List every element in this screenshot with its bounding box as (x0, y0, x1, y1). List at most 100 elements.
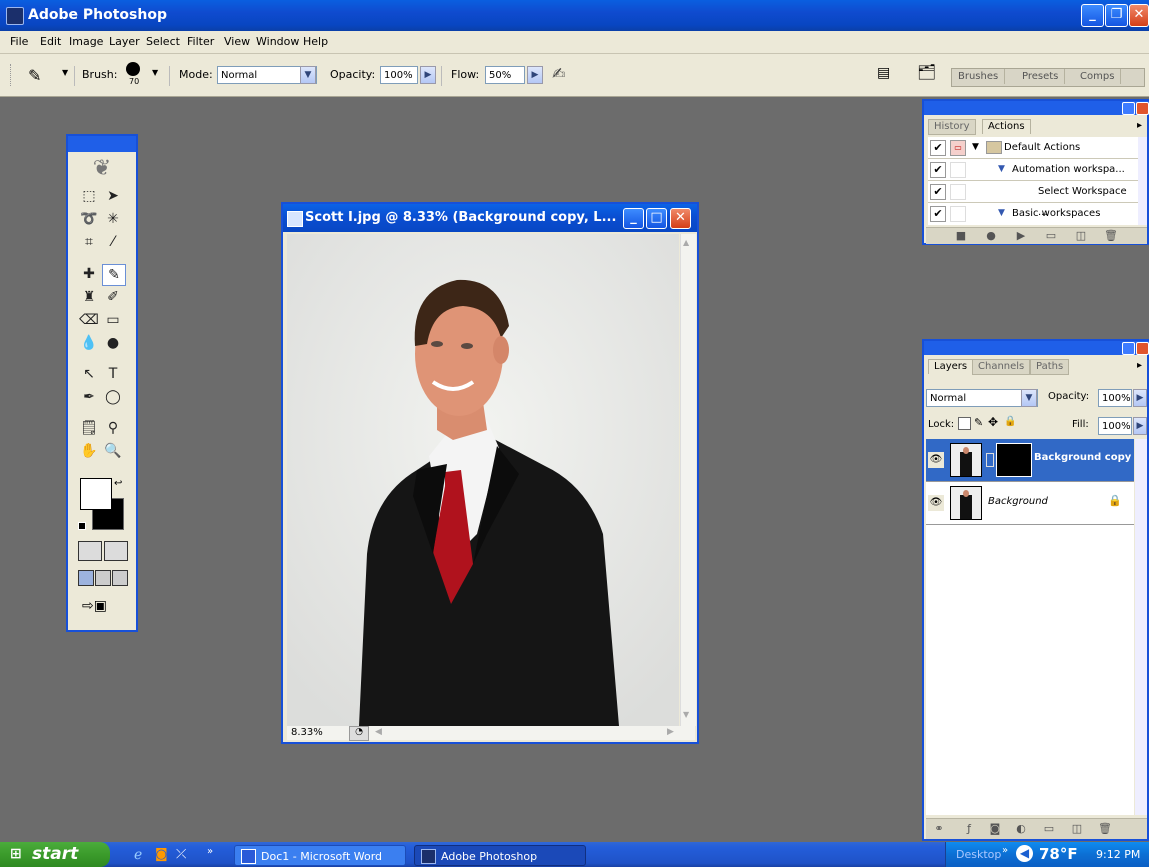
quicklaunch-app-icon[interactable]: ◙ (155, 847, 168, 862)
menu-layer[interactable]: Layer (109, 35, 140, 48)
chevron-down-icon[interactable]: ▼ (300, 66, 316, 84)
scroll-left-icon[interactable]: ◀ (375, 727, 382, 737)
doc-close-button[interactable]: ✕ (670, 208, 691, 229)
dialog-toggle-icon[interactable] (950, 162, 966, 178)
brush-tool-selected-icon[interactable]: ✎ (102, 264, 126, 286)
panel-menu-icon[interactable]: ▸ (1137, 120, 1142, 131)
palette-options-icon[interactable]: ▤ (877, 65, 890, 81)
flow-slider-arrow-icon[interactable]: ▶ (527, 66, 543, 84)
magic-wand-tool-icon[interactable]: ✳ (102, 209, 124, 229)
zoom-level[interactable]: 8.33% (291, 727, 323, 738)
fill-input[interactable]: 100% (1098, 417, 1132, 435)
delete-layer-icon[interactable]: 🗑 (1096, 822, 1114, 835)
zoom-tool-icon[interactable]: 🔍 (102, 441, 124, 461)
dialog-toggle-icon[interactable] (950, 184, 966, 200)
new-set-icon[interactable]: ▭ (1042, 229, 1060, 242)
mode-select[interactable]: Normal ▼ (217, 66, 317, 84)
gradient-tool-icon[interactable]: ▭ (102, 310, 124, 330)
menu-window[interactable]: Window (256, 35, 299, 48)
marquee-tool-icon[interactable]: ⬚ (78, 186, 100, 206)
layers-scrollbar[interactable] (1135, 439, 1147, 815)
tab-channels[interactable]: Channels (972, 359, 1031, 375)
close-button[interactable]: ✕ (1129, 4, 1149, 27)
healing-brush-tool-icon[interactable]: ✚ (78, 264, 100, 284)
tab-paths[interactable]: Paths (1030, 359, 1070, 375)
scroll-up-icon[interactable]: ▲ (683, 238, 689, 247)
start-button[interactable]: ⊞ start (0, 842, 110, 867)
history-brush-tool-icon[interactable]: ✐ (102, 287, 124, 307)
menu-image[interactable]: Image (69, 35, 103, 48)
adjustment-layer-icon[interactable]: ◐ (1012, 822, 1030, 835)
trash-icon[interactable]: 🗑 (1102, 229, 1120, 242)
layer-row-selected[interactable]: 👁 Background copy (926, 439, 1134, 482)
toggle-check-icon[interactable]: ✔ (930, 162, 946, 178)
layer-mask-thumbnail[interactable] (996, 443, 1032, 477)
hand-tool-icon[interactable]: ✋ (78, 441, 100, 461)
panel-close-icon[interactable] (1136, 102, 1149, 115)
menu-file[interactable]: File (10, 35, 28, 48)
fill-arrow-icon[interactable]: ▶ (1133, 417, 1147, 435)
vertical-scrollbar[interactable]: ▲ ▼ (680, 234, 696, 726)
tab-layers[interactable]: Layers (928, 359, 974, 374)
quicklaunch-more-icon[interactable]: » (207, 846, 213, 857)
list-item[interactable]: ✔ ▭ ▼ Default Actions (928, 137, 1138, 159)
temperature[interactable]: 78°F (1039, 845, 1078, 863)
list-item[interactable]: ✔ Select Workspace ... (928, 181, 1138, 218)
notes-tool-icon[interactable]: 🗒 (78, 418, 100, 438)
record-icon[interactable]: ● (982, 229, 1000, 242)
internet-explorer-icon[interactable]: ℯ (134, 847, 142, 863)
new-group-icon[interactable]: ▭ (1040, 822, 1058, 835)
eraser-tool-icon[interactable]: ⌫ (78, 310, 100, 330)
eyedropper-tool-icon[interactable]: ⚲ (102, 418, 124, 438)
slice-tool-icon[interactable]: ⁄ (102, 232, 124, 252)
layer-opacity-arrow-icon[interactable]: ▶ (1133, 389, 1147, 407)
lock-transparency-icon[interactable] (958, 417, 971, 430)
quick-mask-mode-icon[interactable] (104, 541, 128, 561)
shape-tool-icon[interactable]: ◯ (102, 387, 124, 407)
layers-panel-header[interactable] (924, 341, 1149, 355)
layer-opacity-input[interactable]: 100% (1098, 389, 1132, 407)
brush-tip-icon[interactable] (126, 62, 140, 76)
tray-more-icon[interactable]: » (1002, 845, 1008, 856)
menu-edit[interactable]: Edit (40, 35, 61, 48)
opacity-input[interactable]: 100% (380, 66, 418, 84)
file-browser-icon[interactable]: 🗂 (917, 63, 936, 81)
toggle-check-icon[interactable]: ✔ (930, 206, 946, 222)
well-tab-presets[interactable]: Presets (1016, 69, 1066, 84)
play-icon[interactable]: ▶ (1012, 229, 1030, 242)
link-layers-icon[interactable]: ⚭ (930, 822, 948, 835)
status-menu-icon[interactable]: ◔ (349, 726, 369, 741)
swap-colors-icon[interactable]: ↩ (114, 478, 122, 489)
foreground-color-swatch-front[interactable] (80, 478, 112, 510)
new-action-icon[interactable]: ◫ (1072, 229, 1090, 242)
lock-position-icon[interactable]: ✥ (988, 415, 998, 429)
lock-image-icon[interactable]: ✎ (974, 416, 983, 429)
link-chain-icon[interactable] (986, 453, 994, 467)
screen-mode-full-icon[interactable] (112, 570, 128, 586)
eye-visibility-icon[interactable]: 👁 (928, 495, 944, 511)
image-canvas[interactable] (287, 234, 679, 726)
brush-picker-arrow-icon[interactable]: ▼ (152, 68, 158, 77)
well-tab-brushes[interactable]: Brushes (952, 69, 1006, 84)
move-tool-icon[interactable]: ➤ (102, 186, 124, 206)
tab-actions[interactable]: Actions (982, 119, 1031, 134)
task-photoshop[interactable]: Adobe Photoshop (414, 845, 586, 866)
layer-row[interactable]: 👁 Background 🔒 (926, 482, 1134, 525)
dialog-toggle-icon[interactable] (950, 206, 966, 222)
menu-view[interactable]: View (224, 35, 250, 48)
brush-tool-icon[interactable]: ✎ (28, 66, 41, 85)
default-colors-icon[interactable] (78, 522, 86, 530)
doc-minimize-button[interactable]: _ (623, 208, 644, 229)
blend-mode-select[interactable]: Normal ▼ (926, 389, 1038, 407)
new-layer-icon[interactable]: ◫ (1068, 822, 1086, 835)
crop-tool-icon[interactable]: ⌗ (78, 232, 100, 252)
quicklaunch-network-icon[interactable]: ⤫ (176, 847, 186, 862)
chevron-down-icon[interactable]: ▼ (1021, 389, 1037, 407)
actions-scrollbar[interactable] (1138, 137, 1147, 225)
type-tool-icon[interactable]: T (102, 364, 124, 384)
document-title-bar[interactable]: Scott I.jpg @ 8.33% (Background copy, L.… (283, 204, 697, 232)
desktop-toolbar-label[interactable]: Desktop (956, 848, 1001, 861)
restore-button[interactable]: ❐ (1105, 4, 1128, 27)
pen-tool-icon[interactable]: ✒ (78, 387, 100, 407)
toggle-check-icon[interactable]: ✔ (930, 184, 946, 200)
